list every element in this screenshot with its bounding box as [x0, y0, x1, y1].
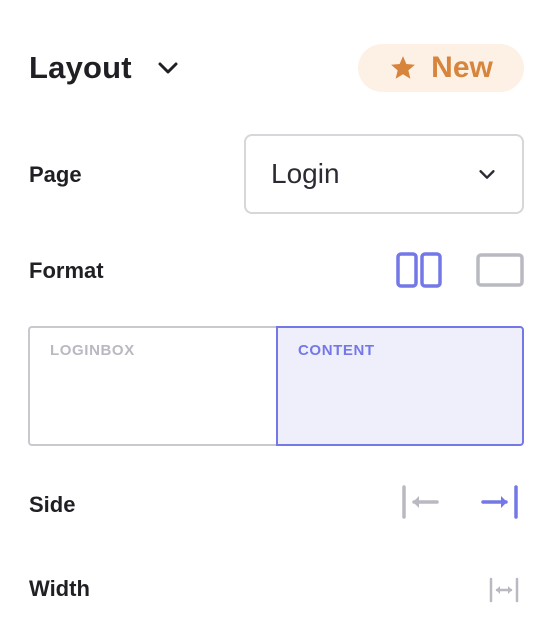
side-label: Side: [29, 492, 76, 517]
content-pane-label: CONTENT: [298, 342, 375, 359]
layout-section-toggle[interactable]: Layout: [29, 50, 180, 86]
badge-label: New: [431, 51, 493, 84]
page-select-value: Login: [271, 158, 340, 189]
single-layout-icon[interactable]: [476, 252, 524, 288]
split-layout-icon[interactable]: [396, 252, 444, 288]
format-label: Format: [29, 258, 104, 283]
layout-panel: Layout New Page Login Format LOGINBOX CO…: [0, 0, 556, 626]
star-icon: [391, 56, 416, 79]
section-title: Layout: [29, 50, 132, 85]
page-select[interactable]: Login: [244, 134, 524, 214]
chevron-down-icon: [158, 62, 178, 74]
chevron-down-icon: [479, 170, 495, 179]
loginbox-pane-label: LOGINBOX: [50, 342, 135, 359]
align-left-icon[interactable]: [400, 484, 440, 520]
loginbox-pane[interactable]: LOGINBOX: [28, 326, 276, 446]
content-pane[interactable]: CONTENT: [276, 326, 524, 446]
align-right-icon[interactable]: [480, 484, 520, 520]
layout-preview: LOGINBOX CONTENT: [28, 326, 524, 446]
width-expand-icon[interactable]: [488, 576, 520, 604]
page-label: Page: [29, 162, 82, 187]
new-badge: New: [358, 44, 524, 92]
width-label: Width: [29, 576, 90, 601]
